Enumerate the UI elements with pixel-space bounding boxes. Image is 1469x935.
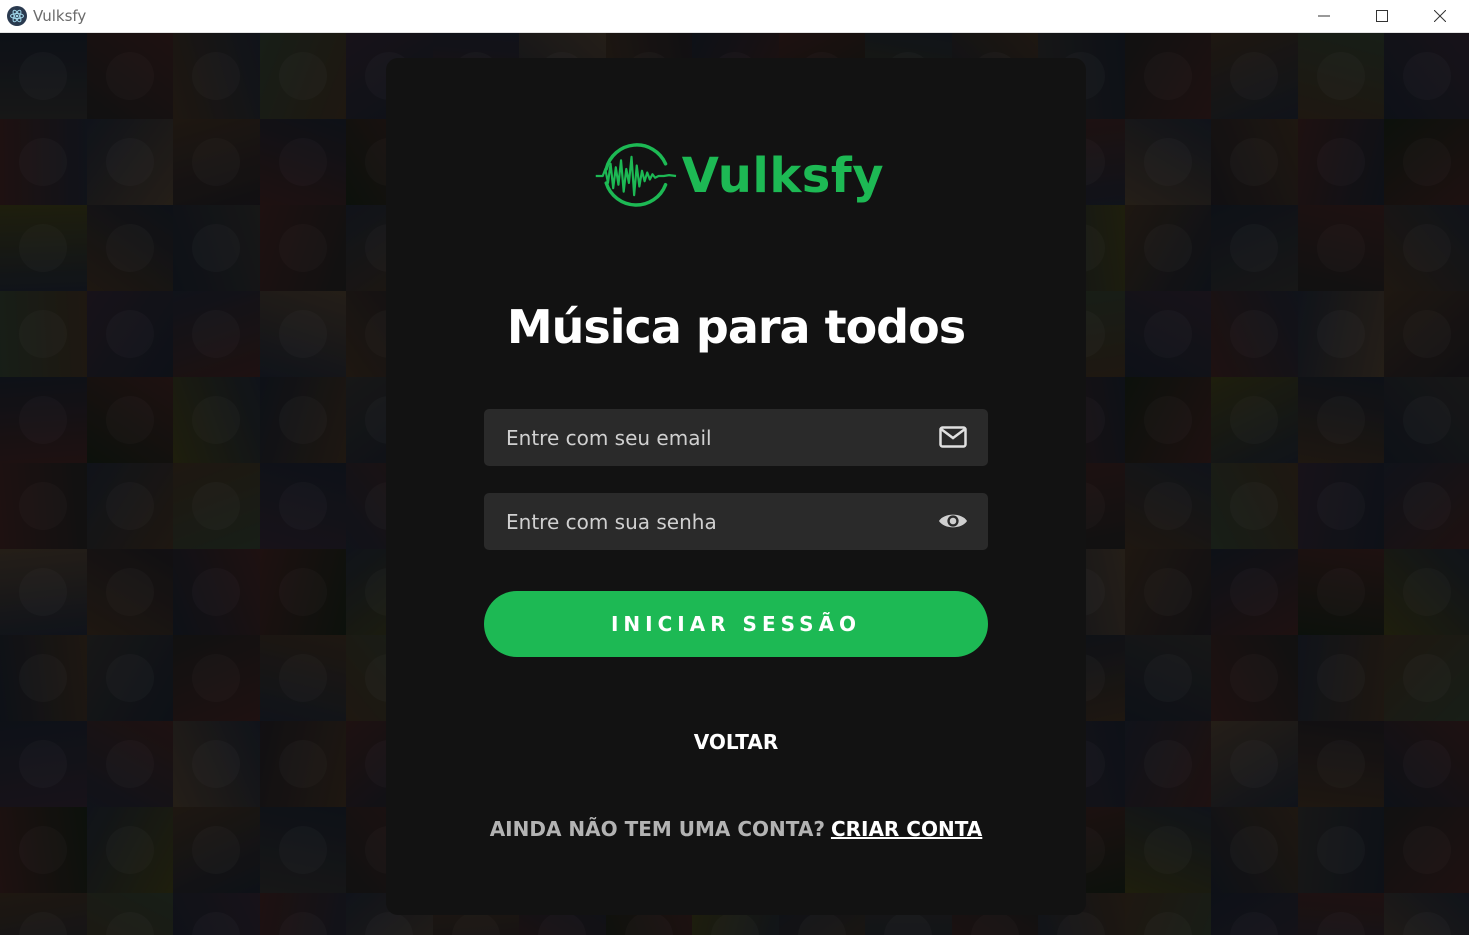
maximize-icon [1376,10,1388,22]
close-icon [1434,10,1446,22]
electron-icon [7,6,27,26]
soundwave-circle-icon [595,143,677,207]
signup-row: AINDA NÃO TEM UMA CONTA? CRIAR CONTA [386,817,1086,841]
close-button[interactable] [1411,0,1469,32]
app-logo: Vulksfy [594,127,884,225]
minimize-button[interactable] [1295,0,1353,32]
envelope-icon [938,423,968,451]
logo-text: Vulksfy [681,148,884,204]
password-input[interactable] [484,509,914,534]
signup-prompt: AINDA NÃO TEM UMA CONTA? [489,817,825,841]
minimize-icon [1318,15,1330,17]
create-account-link[interactable]: CRIAR CONTA [831,817,982,841]
email-field [484,409,988,466]
eye-icon[interactable] [938,507,968,535]
maximize-button[interactable] [1353,0,1411,32]
page-title: Música para todos [506,300,966,354]
window-title: Vulksfy [33,7,87,25]
password-field [484,493,988,550]
login-button[interactable]: INICIAR SESSÃO [484,591,988,657]
email-input[interactable] [484,425,914,450]
window-controls [1295,0,1469,32]
back-link[interactable]: VOLTAR [386,730,1086,754]
title-bar: Vulksfy [0,0,1469,33]
